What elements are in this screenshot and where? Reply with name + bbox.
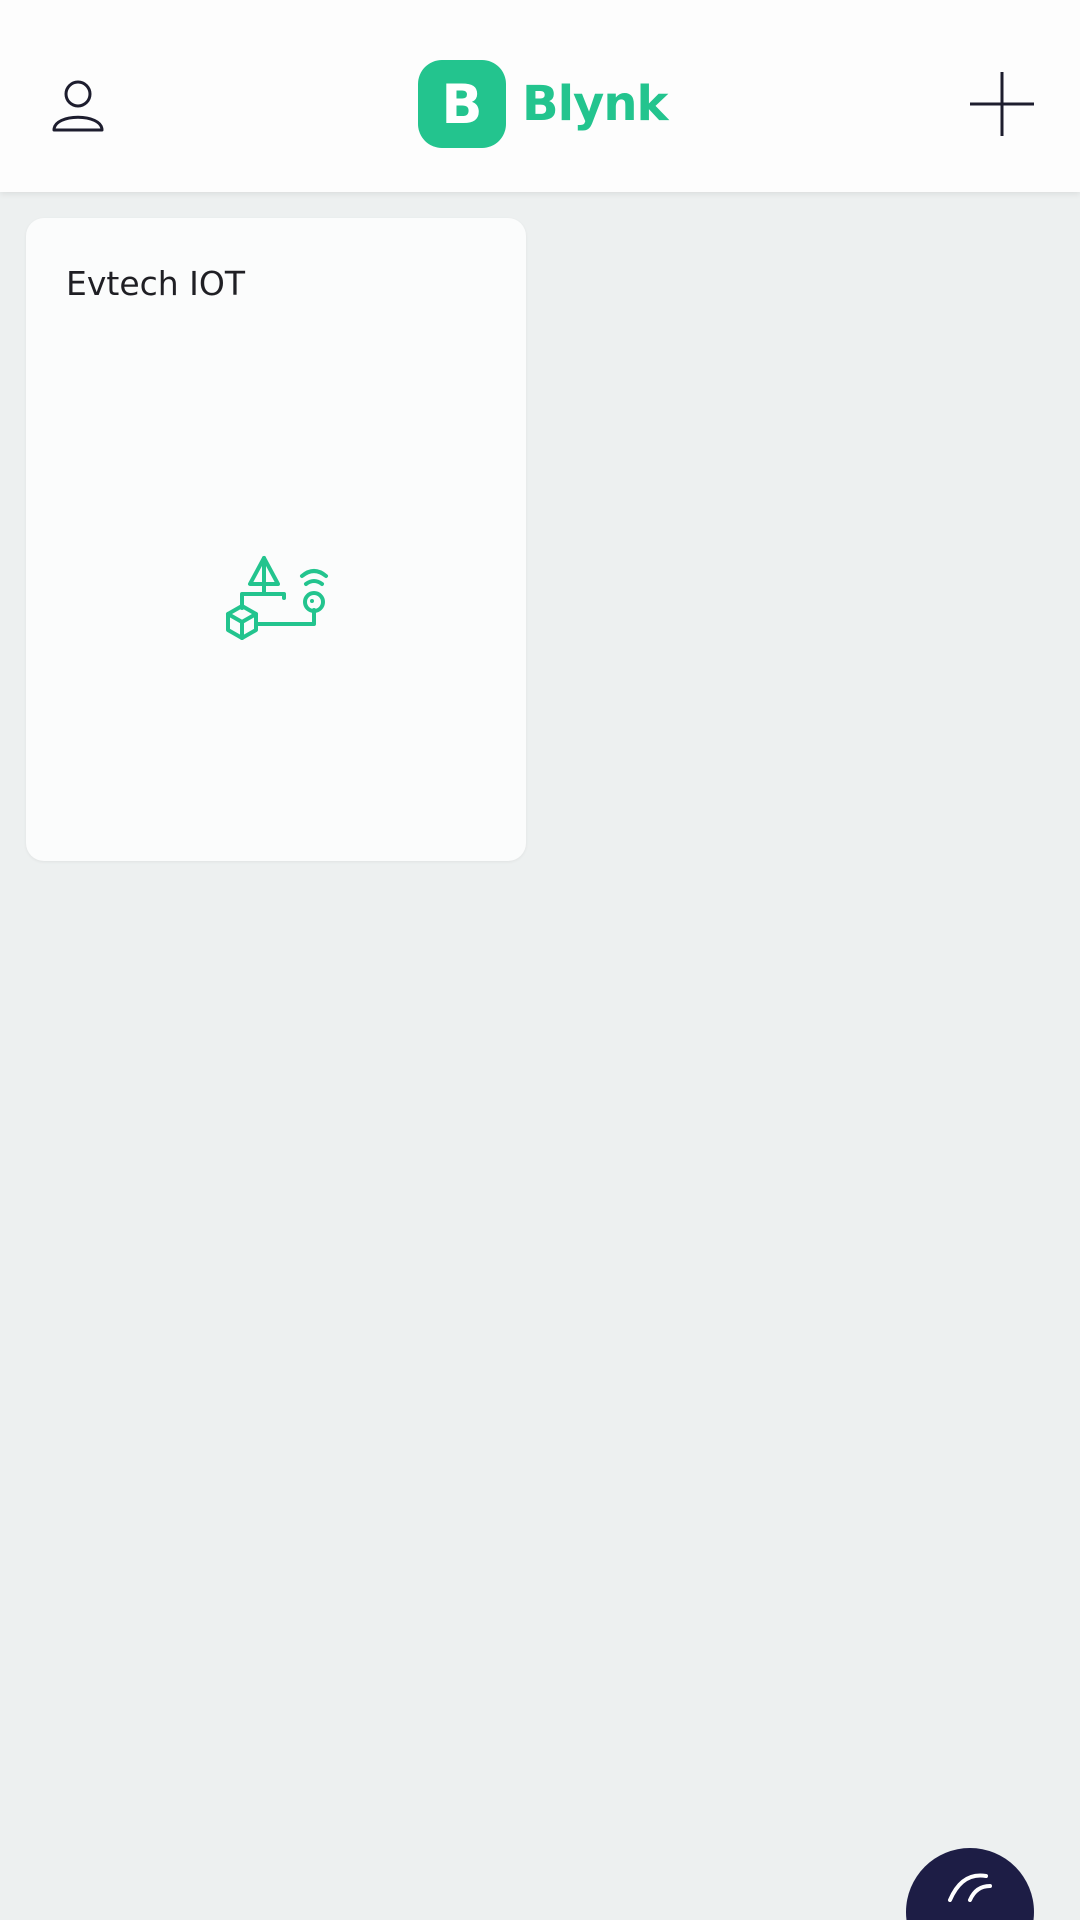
user-icon — [52, 80, 104, 132]
device-name: Evtech IOT — [66, 264, 246, 303]
add-device-button[interactable] — [966, 68, 1038, 140]
top-app-bar: B Blynk — [0, 0, 1080, 192]
logo-text: Blynk — [522, 76, 668, 132]
floating-action-button[interactable] — [906, 1848, 1034, 1920]
blynk-logo: B Blynk — [418, 60, 668, 148]
partial-round-icon — [948, 1873, 992, 1902]
device-card[interactable]: Evtech IOT — [26, 218, 526, 861]
app-screen: B Blynk Evtech IOT — [0, 0, 1080, 1920]
logo-badge: B — [418, 60, 506, 148]
profile-button[interactable] — [40, 70, 116, 140]
plus-icon — [970, 72, 1034, 136]
iot-device-illustration-icon — [226, 556, 328, 640]
